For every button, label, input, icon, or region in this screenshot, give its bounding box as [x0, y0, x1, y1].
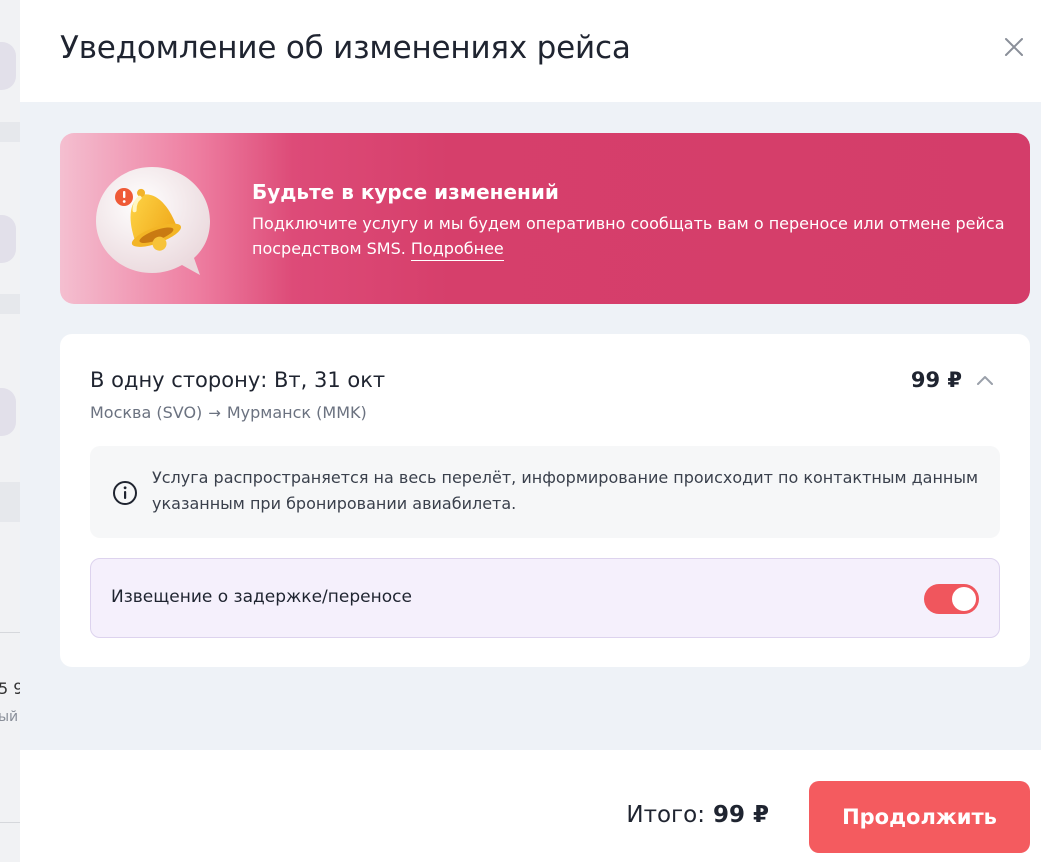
arrow-right-icon: →: [208, 403, 221, 422]
flight-change-notification-modal: Уведомление об изменениях рейса Будьте в…: [20, 0, 1041, 862]
more-info-link[interactable]: Подробнее: [410, 239, 504, 261]
total-amount: 99 ₽: [712, 802, 769, 828]
banner-text: Подключите услугу и мы будем оперативно …: [252, 211, 1012, 261]
modal-footer: Итого: 99 ₽ Продолжить: [20, 750, 1041, 862]
close-button[interactable]: [1001, 34, 1027, 60]
info-box: Услуга распространяется на весь перелёт,…: [90, 446, 1000, 538]
toggle-knob: [952, 587, 976, 611]
info-icon: [113, 481, 137, 505]
delay-notification-toggle[interactable]: [924, 584, 979, 614]
total: Итого: 99 ₽: [626, 802, 769, 828]
option-label: Извещение о задержке/переносе: [111, 587, 412, 607]
collapse-button[interactable]: [974, 370, 996, 392]
background-pill: [0, 388, 16, 436]
background-pill: [0, 42, 16, 90]
modal-header: Уведомление об изменениях рейса: [20, 0, 1041, 102]
info-text: Услуга распространяется на весь перелёт,…: [152, 468, 979, 513]
background-bar: [0, 122, 20, 142]
chevron-up-icon: [977, 376, 993, 385]
banner-description: Подключите услугу и мы будем оперативно …: [252, 214, 1005, 258]
total-label: Итого:: [626, 802, 705, 828]
destination: Мурманск (MMK): [226, 403, 367, 422]
origin: Москва (SVO): [90, 403, 203, 422]
background-page: 5 9 ый: [0, 0, 20, 862]
modal-title: Уведомление об изменениях рейса: [60, 30, 631, 66]
bell-icon: [94, 165, 212, 279]
background-bar: [0, 482, 20, 522]
background-bar: [0, 294, 20, 314]
segment-title: В одну сторону: Вт, 31 окт: [90, 368, 386, 392]
background-divider: [0, 822, 20, 823]
route: Москва (SVO) → Мурманск (MMK): [90, 403, 367, 422]
delay-notification-option: Извещение о задержке/переносе: [90, 558, 1000, 638]
background-label: ый: [0, 709, 19, 725]
background-pill: [0, 215, 16, 263]
close-icon: [1005, 38, 1023, 56]
promo-banner: Будьте в курсе изменений Подключите услу…: [60, 133, 1030, 304]
background-price: 5 9: [0, 679, 20, 698]
segment-card: В одну сторону: Вт, 31 окт 99 ₽ Москва (…: [60, 334, 1030, 667]
continue-button[interactable]: Продолжить: [809, 781, 1030, 853]
segment-price: 99 ₽: [910, 368, 962, 392]
banner-title: Будьте в курсе изменений: [252, 180, 559, 204]
modal-body: Будьте в курсе изменений Подключите услу…: [20, 102, 1041, 750]
background-divider: [0, 632, 20, 633]
